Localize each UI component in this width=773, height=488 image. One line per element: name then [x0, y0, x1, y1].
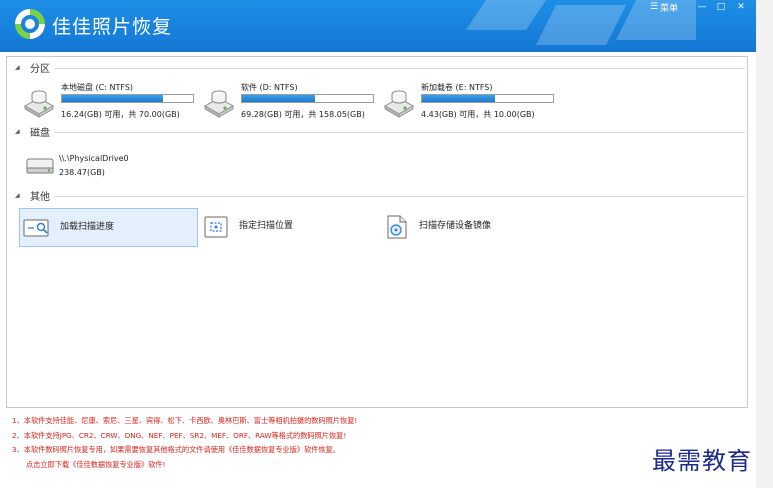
collapse-arrow-icon: ◢ [15, 191, 20, 199]
window-edge [756, 0, 773, 488]
hard-drive-icon [23, 90, 55, 118]
partition-size: 16.24(GB) 可用，共 70.00(GB) [61, 110, 180, 119]
action-label: 加载扫描进度 [60, 222, 115, 232]
note-line: 3、本软件数码照片恢复专用，如果需要恢复其他格式的文件请使用《佳佳数据恢复专业版… [12, 445, 341, 454]
specify-scan-location-button[interactable]: 指定扫描位置 [199, 208, 378, 247]
partition-size: 4.43(GB) 可用，共 10.00(GB) [421, 110, 535, 119]
physical-disk-icon [26, 158, 54, 174]
partition-name: 新加载卷 (E: NTFS) [421, 83, 493, 92]
section-other[interactable]: ◢ 其他 [15, 189, 50, 203]
section-divider [55, 196, 745, 197]
usage-bar-fill [62, 95, 163, 102]
disk-size: 238.47(GB) [59, 168, 105, 177]
partition-e[interactable]: 新加载卷 (E: NTFS) 4.43(GB) 可用，共 10.00(GB) [381, 82, 559, 124]
action-label: 指定扫描位置 [239, 221, 294, 231]
partition-size: 69.28(GB) 可用，共 158.05(GB) [241, 110, 365, 119]
note-line: 1、本软件支持佳能、尼康、索尼、三星、宾得、松下、卡西欧、奥林巴斯、富士等相机拍… [12, 416, 358, 425]
usage-bar [61, 94, 194, 103]
collapse-arrow-icon: ◢ [15, 63, 20, 71]
section-disks[interactable]: ◢ 磁盘 [15, 125, 50, 139]
section-divider [55, 132, 745, 133]
device-list-panel: ◢ 分区 本地磁盘 (C: NTFS) 16.24(GB) 可用，共 70.00… [6, 56, 748, 408]
app-logo-icon [15, 9, 45, 39]
scan-device-image-button[interactable]: 扫描存储设备镜像 [379, 208, 558, 247]
download-link[interactable]: 点击立即下载《佳佳数据恢复专业版》软件! [12, 458, 752, 473]
physical-disk-0[interactable]: \\.\PhysicalDrive0 238.47(GB) [23, 152, 183, 182]
disk-name: \\.\PhysicalDrive0 [59, 154, 129, 163]
menu-icon: ☰ [650, 2, 659, 12]
menu-button[interactable]: ☰ 菜单 [650, 0, 678, 14]
section-divider [55, 68, 745, 69]
collapse-arrow-icon: ◢ [15, 127, 20, 135]
section-title: 分区 [30, 63, 50, 75]
partition-name: 软件 (D: NTFS) [241, 83, 298, 92]
scan-device-image-icon [387, 215, 407, 239]
hard-drive-icon [203, 90, 235, 118]
notes-panel: 1、本软件支持佳能、尼康、索尼、三星、宾得、松下、卡西欧、奥林巴斯、富士等相机拍… [12, 414, 752, 472]
hard-drive-icon [383, 90, 415, 118]
usage-bar-fill [242, 95, 316, 102]
action-label: 扫描存储设备镜像 [419, 221, 492, 231]
usage-bar-fill [422, 95, 496, 102]
title-bar: 佳佳照片恢复 ☰ 菜单 — □ ✕ [0, 0, 756, 52]
load-scan-progress-button[interactable]: 加载扫描进度 [19, 208, 198, 247]
menu-label: 菜单 [660, 3, 679, 14]
usage-bar [421, 94, 554, 103]
note-line: 2、本软件支持JPG、CR2、CRW、DNG、NEF、PEF、SR2、MEF、O… [12, 430, 347, 440]
app-title: 佳佳照片恢复 [52, 16, 173, 38]
close-button[interactable]: ✕ [733, 0, 749, 13]
specify-scan-location-icon [204, 216, 228, 238]
maximize-button[interactable]: □ [713, 0, 729, 13]
minimize-button[interactable]: — [694, 0, 710, 13]
partition-c[interactable]: 本地磁盘 (C: NTFS) 16.24(GB) 可用，共 70.00(GB) [21, 82, 199, 124]
usage-bar [241, 94, 374, 103]
watermark: 最需教育 [652, 447, 752, 475]
section-partitions[interactable]: ◢ 分区 [15, 61, 50, 75]
load-scan-progress-icon [23, 219, 49, 237]
partition-name: 本地磁盘 (C: NTFS) [61, 83, 134, 92]
section-title: 其他 [30, 191, 50, 203]
partition-d[interactable]: 软件 (D: NTFS) 69.28(GB) 可用，共 158.05(GB) [201, 82, 379, 124]
section-title: 磁盘 [30, 127, 50, 139]
